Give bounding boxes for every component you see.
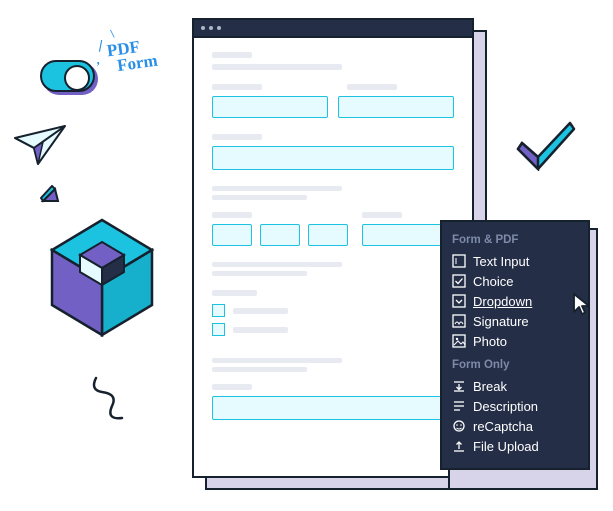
break-icon [452,379,466,393]
menu-item-choice[interactable]: Choice [452,271,580,291]
squiggle-decoration [88,370,148,430]
skeleton-line [362,212,402,218]
skeleton-line [347,84,397,90]
window-titlebar [194,20,472,38]
triangle-decoration [40,185,62,207]
cube-decoration [42,210,172,350]
menu-item-description[interactable]: Description [452,396,580,416]
skeleton-line [212,84,262,90]
skeleton-line [212,384,252,390]
form-canvas[interactable] [194,38,472,434]
signature-icon [452,314,466,328]
choice-icon [452,274,466,288]
skeleton-line [212,52,252,58]
skeleton-line [212,358,342,363]
skeleton-line [233,308,288,314]
skeleton-line [212,186,342,191]
choice-box[interactable] [212,304,225,317]
choice-box[interactable] [212,323,225,336]
menu-item-signature[interactable]: Signature [452,311,580,331]
menu-heading-form-only: Form Only [452,359,580,371]
menu-item-label: Text Input [473,254,529,269]
menu-item-recaptcha[interactable]: reCaptcha [452,416,580,436]
number-field-placeholder[interactable] [308,224,348,246]
text-field-placeholder[interactable] [212,146,454,170]
menu-item-label: Dropdown [473,294,532,309]
menu-item-text-input[interactable]: Text Input [452,251,580,271]
menu-item-break[interactable]: Break [452,376,580,396]
form-builder-window [192,18,474,478]
menu-item-label: Break [473,379,507,394]
menu-item-label: Description [473,399,538,414]
pdf-form-handwriting: / , \ PDF Form [106,37,159,76]
recaptcha-icon [452,419,466,433]
paper-plane-icon [10,120,70,170]
field-type-menu[interactable]: Form & PDF Text Input Choice Dropdown Si… [440,220,590,470]
text-input-icon [452,254,466,268]
skeleton-line [212,64,342,70]
menu-item-photo[interactable]: Photo [452,331,580,351]
checkmark-decoration [516,115,578,171]
toggle-decoration [40,60,95,92]
menu-heading-form-pdf: Form & PDF [452,234,580,246]
skeleton-line [233,327,288,333]
menu-item-dropdown[interactable]: Dropdown [452,291,580,311]
skeleton-line [212,262,342,267]
number-field-placeholder[interactable] [212,224,252,246]
menu-item-label: Photo [473,334,507,349]
dropdown-icon [452,294,466,308]
text-field-placeholder[interactable] [338,96,454,118]
skeleton-line [212,290,257,296]
menu-item-label: Signature [473,314,529,329]
menu-item-file-upload[interactable]: File Upload [452,436,580,456]
skeleton-line [212,367,307,372]
menu-item-label: Choice [473,274,513,289]
skeleton-line [212,195,307,200]
text-field-placeholder[interactable] [212,396,454,420]
description-icon [452,399,466,413]
cursor-pointer-icon [571,292,593,318]
menu-item-label: reCaptcha [473,419,533,434]
photo-icon [452,334,466,348]
number-field-placeholder[interactable] [260,224,300,246]
skeleton-line [212,212,252,218]
skeleton-line [212,134,262,140]
skeleton-line [212,271,307,276]
menu-item-label: File Upload [473,439,539,454]
text-field-placeholder[interactable] [212,96,328,118]
upload-icon [452,439,466,453]
